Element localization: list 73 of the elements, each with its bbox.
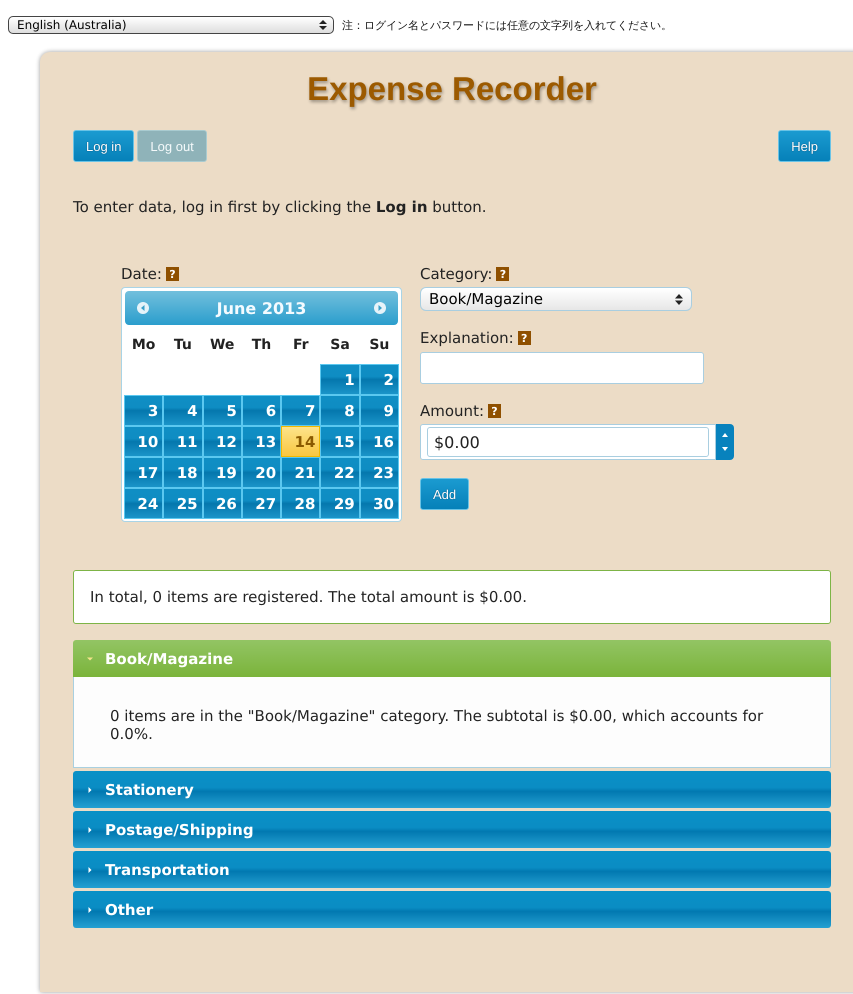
calendar-day[interactable]: 24 [125, 489, 162, 518]
explanation-field[interactable] [420, 352, 704, 384]
weekday-label: Th [250, 336, 272, 355]
help-icon[interactable]: ? [488, 404, 501, 418]
app-title: Expense Recorder [306, 70, 598, 108]
calendar-day[interactable]: 9 [360, 396, 398, 425]
calendar-day[interactable]: 16 [360, 427, 398, 456]
accordion-header[interactable]: Transportation [73, 851, 831, 888]
help-button[interactable]: Help [778, 130, 831, 162]
help-icon[interactable]: ? [518, 331, 531, 345]
calendar-day[interactable]: 1 [321, 365, 359, 394]
calendar-day[interactable]: 26 [204, 489, 241, 518]
explanation-label: Explanation: [420, 329, 514, 347]
category-label: Category: [420, 265, 492, 283]
weekday-label: Sa [329, 336, 351, 355]
caret-down-icon [87, 656, 93, 662]
calendar-day[interactable]: 2 [360, 365, 398, 394]
calendar-day[interactable]: 8 [321, 396, 359, 425]
accordion-header[interactable]: Stationery [73, 771, 831, 808]
calendar-day[interactable]: 10 [125, 427, 162, 456]
weekday-label: Mo [130, 336, 156, 355]
weekday-label: We [208, 336, 236, 355]
calendar-day[interactable]: 5 [204, 396, 241, 425]
amount-field[interactable]: $0.00 [420, 424, 716, 460]
accordion-header[interactable]: Book/Magazine [73, 640, 831, 677]
help-icon[interactable]: ? [166, 267, 179, 281]
amount-label: Amount: [420, 402, 484, 420]
calendar-day[interactable]: 17 [125, 458, 162, 487]
weekday-label: Tu [172, 336, 193, 355]
updown-arrow-icon [319, 20, 327, 30]
calendar-day[interactable]: 30 [360, 489, 398, 518]
weekday-label: Fr [292, 336, 310, 355]
caret-right-icon [87, 866, 93, 872]
calendar-day[interactable]: 7 [282, 396, 320, 425]
category-summary-text: 0 items are in the "Book/Magazine" category. The subtotal is $0.00, which accounts for 0.0%. [110, 707, 764, 743]
updown-arrow-icon [675, 294, 683, 304]
month-title: June 2013 [216, 298, 306, 318]
caret-right-icon [87, 906, 93, 912]
language-select[interactable]: English (Australia) [8, 16, 334, 34]
instruction-text: To enter data, log in first by clicking the Log in button. [73, 198, 488, 216]
add-button[interactable]: Add [420, 478, 470, 510]
next-icon[interactable] [374, 302, 386, 314]
calendar-day[interactable]: 12 [204, 427, 241, 456]
calendar-day[interactable]: 15 [321, 427, 359, 456]
calendar-day[interactable]: 11 [164, 427, 202, 456]
calendar-day[interactable]: 18 [164, 458, 202, 487]
calendar-day[interactable]: 13 [242, 427, 280, 456]
note-text: 注：ログイン名とパスワードには任意の文字列を入れてください。 [342, 18, 672, 32]
summary-text: In total, 0 items are registered. The total amount is $0.00. [73, 570, 831, 624]
previous-icon[interactable] [137, 302, 149, 314]
calendar-day[interactable]: 14 [282, 427, 320, 456]
calendar-day[interactable]: 28 [282, 489, 320, 518]
calendar-day[interactable]: 19 [204, 458, 241, 487]
date-label: Date: [121, 265, 162, 283]
accordion-header[interactable]: Postage/Shipping [73, 811, 831, 848]
calendar-day[interactable]: 21 [282, 458, 320, 487]
accordion-header[interactable]: Other [73, 891, 831, 928]
caret-right-icon [87, 786, 93, 792]
calendar-day[interactable]: 20 [242, 458, 280, 487]
weekday-label: Su [368, 336, 390, 355]
caret-right-icon [87, 826, 93, 832]
calendar-day[interactable]: 4 [164, 396, 202, 425]
calendar-day[interactable]: 29 [321, 489, 359, 518]
calendar-day[interactable]: 23 [360, 458, 398, 487]
calendar-day[interactable]: 6 [242, 396, 280, 425]
calendar-day[interactable]: 27 [242, 489, 280, 518]
login-button[interactable]: Log in [73, 130, 134, 162]
spinner-button[interactable] [716, 424, 734, 460]
category-select[interactable]: Book/Magazine [420, 287, 692, 311]
help-icon[interactable]: ? [496, 267, 510, 281]
calendar-day[interactable]: 3 [125, 396, 162, 425]
calendar-day[interactable]: 25 [164, 489, 202, 518]
calendar-day[interactable]: 22 [321, 458, 359, 487]
